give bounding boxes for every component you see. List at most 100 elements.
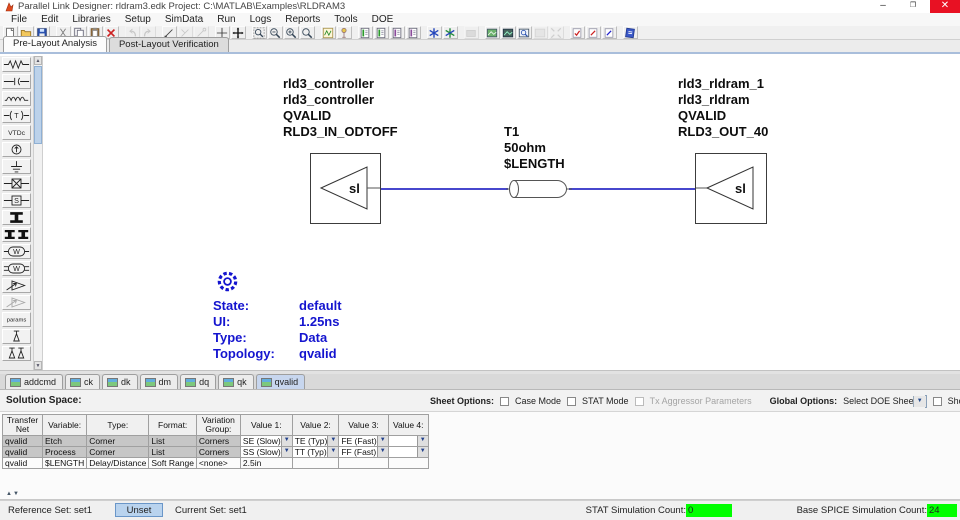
- cell-group[interactable]: Corners: [196, 447, 240, 458]
- inductor-icon[interactable]: [2, 91, 31, 106]
- view-dark-icon[interactable]: [501, 26, 516, 39]
- current-probe-icon[interactable]: [2, 142, 31, 157]
- cell-value-dropdown[interactable]: SE (Slow)▼: [240, 436, 292, 447]
- cell-value-dropdown[interactable]: ▼: [388, 436, 428, 447]
- chevron-down-icon[interactable]: ▼: [327, 447, 338, 457]
- chevron-down-icon[interactable]: ▼: [281, 447, 292, 457]
- s-block-icon[interactable]: S: [2, 193, 31, 208]
- sheet-tab-dq[interactable]: dq: [180, 374, 216, 389]
- panel-splitter-handle[interactable]: ▲▼: [6, 491, 20, 497]
- edit-blue-icon[interactable]: [602, 26, 617, 39]
- cell-value-dropdown[interactable]: SS (Slow)▼: [240, 447, 292, 458]
- scrollbar-thumb[interactable]: [34, 66, 42, 144]
- menu-logs[interactable]: Logs: [243, 13, 279, 26]
- cell-type[interactable]: Corner: [87, 447, 149, 458]
- coupled-w-element-icon[interactable]: W: [2, 261, 31, 276]
- cell-group[interactable]: <none>: [196, 458, 240, 469]
- capacitor-icon[interactable]: [2, 74, 31, 89]
- params-icon[interactable]: params: [2, 312, 31, 327]
- cell-variable[interactable]: $LENGTH: [43, 458, 87, 469]
- chevron-down-icon[interactable]: ▼: [327, 436, 338, 446]
- zoom-out-icon[interactable]: [268, 26, 283, 39]
- menu-setup[interactable]: Setup: [118, 13, 158, 26]
- cell-value[interactable]: [292, 458, 339, 469]
- cell-type[interactable]: Delay/Distance: [87, 458, 149, 469]
- chevron-down-icon[interactable]: ▼: [417, 447, 428, 457]
- stat-mode-checkbox[interactable]: [567, 397, 576, 406]
- probe-setup-icon[interactable]: [337, 26, 352, 39]
- sheet-tab-ck[interactable]: ck: [65, 374, 100, 389]
- doe-sheet-select[interactable]: ▼: [925, 395, 927, 408]
- maximize-button[interactable]: ❐: [898, 0, 928, 13]
- pan-icon[interactable]: [231, 26, 246, 39]
- zoom-window-icon[interactable]: [252, 26, 267, 39]
- edit-red-icon[interactable]: [586, 26, 601, 39]
- view-gray-icon[interactable]: [533, 26, 548, 39]
- report-green2-icon[interactable]: [374, 26, 389, 39]
- receiver-symbol[interactable]: sl: [695, 153, 767, 224]
- palette-scrollbar[interactable]: ▲ ▼: [33, 56, 43, 370]
- cell-value-dropdown[interactable]: TE (Typ)▼: [292, 436, 339, 447]
- tab-pre-layout-analysis[interactable]: Pre-Layout Analysis: [3, 36, 107, 52]
- menu-doe[interactable]: DOE: [365, 13, 401, 26]
- edit-check-icon[interactable]: [570, 26, 585, 39]
- view-blue-icon[interactable]: [517, 26, 532, 39]
- schematic-canvas[interactable]: rld3_controller rld3_controller QVALID R…: [43, 56, 960, 370]
- sheet-tab-qvalid[interactable]: qvalid: [256, 374, 306, 389]
- differential-probe-icon[interactable]: [2, 346, 31, 361]
- minimize-button[interactable]: –: [868, 0, 898, 13]
- sheet-tab-dm[interactable]: dm: [140, 374, 179, 389]
- cell-net[interactable]: qvalid: [3, 436, 43, 447]
- driver-symbol[interactable]: sl: [310, 153, 381, 224]
- chevron-down-icon[interactable]: ▼: [913, 396, 926, 407]
- case-mode-checkbox[interactable]: [500, 397, 509, 406]
- view-green-icon[interactable]: [485, 26, 500, 39]
- waveform-edit-icon[interactable]: [321, 26, 336, 39]
- cell-value-dropdown[interactable]: ▼: [388, 447, 428, 458]
- cell-value[interactable]: [388, 458, 428, 469]
- wire-driver-to-tline[interactable]: [381, 188, 508, 190]
- tline-symbol[interactable]: [506, 178, 572, 200]
- cell-variable[interactable]: Process: [43, 447, 87, 458]
- chevron-down-icon[interactable]: ▼: [281, 436, 292, 446]
- cell-format[interactable]: Soft Range: [149, 458, 197, 469]
- menu-file[interactable]: File: [4, 13, 34, 26]
- report-purple-icon[interactable]: [390, 26, 405, 39]
- scroll-up-icon[interactable]: ▲: [34, 56, 42, 65]
- cell-value-dropdown[interactable]: TT (Typ)▼: [292, 447, 339, 458]
- ground-icon[interactable]: [2, 159, 31, 174]
- cell-format[interactable]: List: [149, 447, 197, 458]
- zoom-in-icon[interactable]: [284, 26, 299, 39]
- wire-tline-to-receiver[interactable]: [569, 188, 695, 190]
- report-green-icon[interactable]: [358, 26, 373, 39]
- gear-icon[interactable]: [214, 268, 241, 295]
- cell-type[interactable]: Corner: [87, 436, 149, 447]
- vt-dc-source-icon[interactable]: VTDc: [2, 125, 31, 140]
- t-element-icon[interactable]: T: [2, 108, 31, 123]
- cell-variable[interactable]: Etch: [43, 436, 87, 447]
- menu-run[interactable]: Run: [210, 13, 242, 26]
- cell-group[interactable]: Corners: [196, 436, 240, 447]
- run-doe-icon[interactable]: [443, 26, 458, 39]
- probe-icon[interactable]: [2, 329, 31, 344]
- tab-post-layout-verification[interactable]: Post-Layout Verification: [109, 37, 229, 52]
- cell-format[interactable]: List: [149, 436, 197, 447]
- zoom-full-icon[interactable]: [300, 26, 315, 39]
- menu-simdata[interactable]: SimData: [158, 13, 210, 26]
- chevron-down-icon[interactable]: ▼: [377, 436, 388, 446]
- fit-icon[interactable]: [549, 26, 564, 39]
- cell-value-dropdown[interactable]: FF (Fast)▼: [339, 447, 388, 458]
- menu-reports[interactable]: Reports: [278, 13, 327, 26]
- io-buffer-icon[interactable]: [2, 278, 31, 293]
- cell-value[interactable]: 2.5in: [240, 458, 292, 469]
- sheet-tab-addcmd[interactable]: addcmd: [5, 374, 63, 389]
- sheet-tab-qk[interactable]: qk: [218, 374, 254, 389]
- run-sweep-icon[interactable]: [427, 26, 442, 39]
- cell-net[interactable]: qvalid: [3, 458, 43, 469]
- cell-value[interactable]: [339, 458, 388, 469]
- coupled-transmission-line-icon[interactable]: [2, 227, 31, 242]
- menu-tools[interactable]: Tools: [327, 13, 364, 26]
- transmission-line-icon[interactable]: [2, 210, 31, 225]
- notes-icon[interactable]: [623, 26, 638, 39]
- cell-net[interactable]: qvalid: [3, 447, 43, 458]
